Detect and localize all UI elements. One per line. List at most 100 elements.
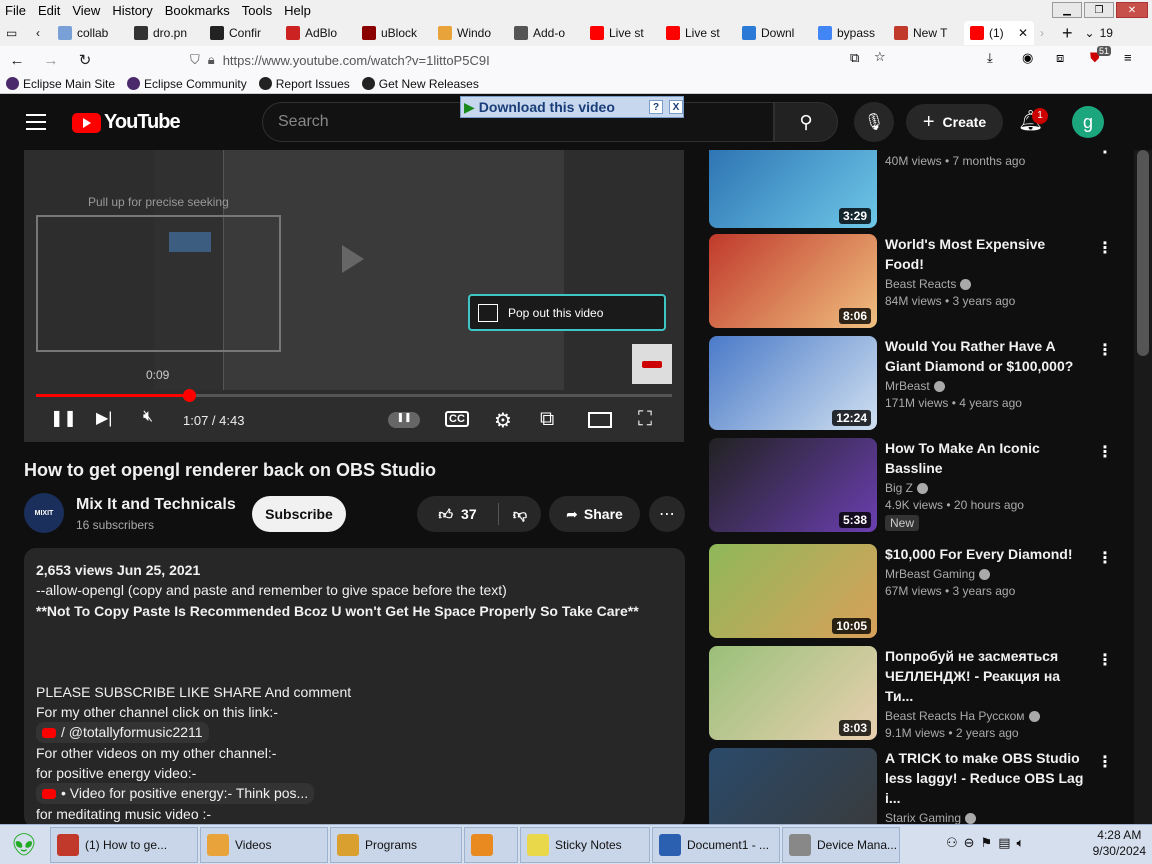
fullscreen-icon[interactable]: ⛶ bbox=[638, 408, 652, 431]
recommended-video[interactable]: 5:38 How To Make An Iconic Bassline Big Z 4… bbox=[709, 438, 1113, 532]
channel-name[interactable]: Mix It and Technicals bbox=[76, 496, 236, 514]
video-title[interactable]: Would You Rather Have A Giant Diamond or… bbox=[885, 336, 1085, 376]
close-tab-icon[interactable]: ✕ bbox=[1018, 26, 1028, 40]
bookmark-report-issues[interactable]: Report Issues bbox=[258, 77, 350, 91]
theater-mode-icon[interactable] bbox=[588, 412, 612, 428]
video-player[interactable]: Pull up for precise seeking Pop out this… bbox=[24, 150, 684, 442]
progress-bar[interactable] bbox=[36, 389, 672, 402]
channel-name[interactable]: Beast Reacts bbox=[885, 277, 1085, 291]
voice-search-button[interactable]: 🎙︎ bbox=[854, 102, 894, 142]
recommended-video[interactable]: 8:06 World's Most Expensive Food! Beast Re… bbox=[709, 234, 1113, 328]
device-icon[interactable]: ▤ bbox=[998, 835, 1010, 851]
new-tab-icon[interactable]: + bbox=[1056, 21, 1079, 45]
pause-icon[interactable]: ❚❚ bbox=[50, 408, 77, 428]
download-video-bar[interactable]: ▶ Download this video ? X bbox=[460, 96, 684, 118]
account-icon[interactable]: ◉ bbox=[1022, 50, 1033, 66]
video-thumbnail[interactable]: 5:38 bbox=[709, 438, 877, 532]
close-window-button[interactable]: ✕ bbox=[1116, 2, 1148, 18]
browser-tab[interactable]: (1) ✕ bbox=[964, 21, 1034, 45]
browser-tab[interactable]: dro.pn bbox=[128, 21, 204, 45]
subscribe-button[interactable]: Subscribe bbox=[252, 496, 346, 532]
next-icon[interactable]: ▶| bbox=[96, 408, 112, 428]
taskbar-item[interactable]: Sticky Notes bbox=[520, 826, 650, 863]
more-vertical-icon[interactable]: ⋮ bbox=[1097, 150, 1113, 158]
miniplayer-icon[interactable]: ⧉ bbox=[540, 408, 554, 431]
tab-list-button[interactable]: ⌄ 19 bbox=[1079, 21, 1119, 45]
browser-tab[interactable]: collab bbox=[52, 21, 128, 45]
video-link-chip[interactable]: • Video for positive energy:- Think pos.… bbox=[36, 783, 315, 804]
recommended-video[interactable]: 3:29 MrBeast 2 40M views • 7 months ago ⋮ bbox=[709, 150, 1113, 228]
browser-tab[interactable]: Downl bbox=[736, 21, 812, 45]
autoplay-toggle[interactable]: ❚❚ bbox=[388, 412, 420, 428]
browser-tab[interactable]: AdBlo bbox=[280, 21, 356, 45]
lock-icon[interactable]: 🔒︎ bbox=[208, 52, 215, 68]
more-vertical-icon[interactable]: ⋮ bbox=[1097, 548, 1113, 568]
minimize-button[interactable]: ▁ bbox=[1052, 2, 1082, 18]
download-video-label[interactable]: Download this video bbox=[479, 99, 615, 115]
video-description[interactable]: 2,653 views Jun 25, 2021 --allow-opengl … bbox=[24, 548, 685, 828]
video-thumbnail[interactable]: 10:05 bbox=[709, 544, 877, 638]
video-title[interactable]: How To Make An Iconic Bassline bbox=[885, 438, 1085, 478]
channel-name[interactable]: Beast Reacts На Русском bbox=[885, 709, 1085, 723]
tab-scroll-left-icon[interactable]: ‹ bbox=[30, 21, 52, 45]
network-icon[interactable]: ⚇ bbox=[946, 835, 958, 851]
browser-tab[interactable]: bypass bbox=[812, 21, 888, 45]
reload-icon[interactable]: ↻ bbox=[68, 51, 102, 69]
recommended-video[interactable]: 8:03 Попробуй не засмеяться ЧЕЛЛЕНДЖ! - Р… bbox=[709, 646, 1113, 740]
video-title[interactable]: Попробуй не засмеяться ЧЕЛЛЕНДЖ! - Реакц… bbox=[885, 646, 1085, 706]
taskbar-item[interactable]: (1) How to ge... bbox=[50, 826, 198, 863]
app-menu-icon[interactable]: ≡ bbox=[1124, 50, 1132, 65]
taskbar-item[interactable] bbox=[464, 826, 518, 863]
share-button[interactable]: ➦ Share bbox=[549, 496, 640, 532]
channel-link-chip[interactable]: / @totallyformusic2211 bbox=[36, 722, 209, 743]
hamburger-menu-icon[interactable] bbox=[26, 114, 46, 130]
youtube-logo[interactable]: YouTube bbox=[72, 111, 181, 134]
browser-tab[interactable]: Windo bbox=[432, 21, 508, 45]
url-text[interactable]: https://www.youtube.com/watch?v=1littoP5… bbox=[223, 53, 490, 68]
taskbar-item[interactable]: Programs bbox=[330, 826, 462, 863]
tab-scroll-right-icon[interactable]: › bbox=[1034, 21, 1056, 45]
downloads-icon[interactable]: ⤓ bbox=[987, 50, 993, 66]
more-vertical-icon[interactable]: ⋮ bbox=[1097, 442, 1113, 462]
channel-avatar[interactable]: MIXIT bbox=[24, 493, 64, 533]
minus-circle-icon[interactable]: ⊖ bbox=[964, 835, 975, 851]
page-scrollbar[interactable] bbox=[1134, 150, 1152, 824]
scrubber-handle[interactable] bbox=[182, 389, 196, 402]
shield-icon[interactable]: ⛉ bbox=[190, 52, 200, 68]
browser-tab[interactable]: Live st bbox=[584, 21, 660, 45]
more-vertical-icon[interactable]: ⋮ bbox=[1097, 238, 1113, 258]
close-icon[interactable]: X bbox=[669, 100, 683, 114]
maximize-button[interactable]: ❐ bbox=[1084, 2, 1114, 18]
channel-name[interactable]: MrBeast 2 bbox=[885, 150, 1085, 151]
picture-in-picture-icon[interactable]: ⧉ bbox=[850, 50, 859, 66]
menu-history[interactable]: History bbox=[106, 3, 158, 18]
address-bar[interactable]: ⛉ 🔒︎ https://www.youtube.com/watch?v=1li… bbox=[190, 48, 900, 72]
help-icon[interactable]: ? bbox=[649, 100, 663, 114]
channel-watermark[interactable] bbox=[632, 344, 672, 384]
taskbar-item[interactable]: Videos bbox=[200, 826, 328, 863]
bookmark-star-icon[interactable]: ☆ bbox=[874, 49, 886, 65]
browser-tab[interactable]: Add-o bbox=[508, 21, 584, 45]
like-button[interactable]: 👍︎ 37 bbox=[417, 503, 499, 525]
extensions-icon[interactable]: ⧈ bbox=[1056, 50, 1064, 66]
mute-icon[interactable]: 🔇︎ bbox=[143, 408, 153, 426]
popout-video-button[interactable]: Pop out this video bbox=[468, 294, 666, 331]
video-thumbnail[interactable]: 8:03 bbox=[709, 646, 877, 740]
recommended-video[interactable]: 10:05 $10,000 For Every Diamond! MrBeast G… bbox=[709, 544, 1113, 638]
video-thumbnail[interactable]: 8:06 bbox=[709, 234, 877, 328]
browser-tab[interactable]: Confir bbox=[204, 21, 280, 45]
taskbar-item[interactable]: Device Mana... bbox=[782, 826, 900, 863]
tab-overview-icon[interactable]: ▭ bbox=[0, 21, 30, 45]
video-title[interactable]: $10,000 For Every Diamond! bbox=[885, 544, 1085, 564]
more-actions-button[interactable]: ⋯ bbox=[649, 496, 685, 532]
video-title[interactable]: A TRICK to make OBS Studio less laggy! -… bbox=[885, 748, 1085, 808]
clock[interactable]: 4:28 AM 9/30/2024 bbox=[1093, 827, 1146, 859]
channel-name[interactable]: MrBeast Gaming bbox=[885, 567, 1085, 581]
video-thumbnail[interactable]: 12:24 bbox=[709, 336, 877, 430]
video-thumbnail[interactable] bbox=[709, 748, 877, 824]
start-button-alien-icon[interactable]: 👽︎ bbox=[0, 826, 48, 864]
menu-help[interactable]: Help bbox=[278, 3, 317, 18]
forward-icon[interactable]: → bbox=[34, 52, 68, 69]
video-title[interactable]: World's Most Expensive Food! bbox=[885, 234, 1085, 274]
more-vertical-icon[interactable]: ⋮ bbox=[1097, 650, 1113, 670]
